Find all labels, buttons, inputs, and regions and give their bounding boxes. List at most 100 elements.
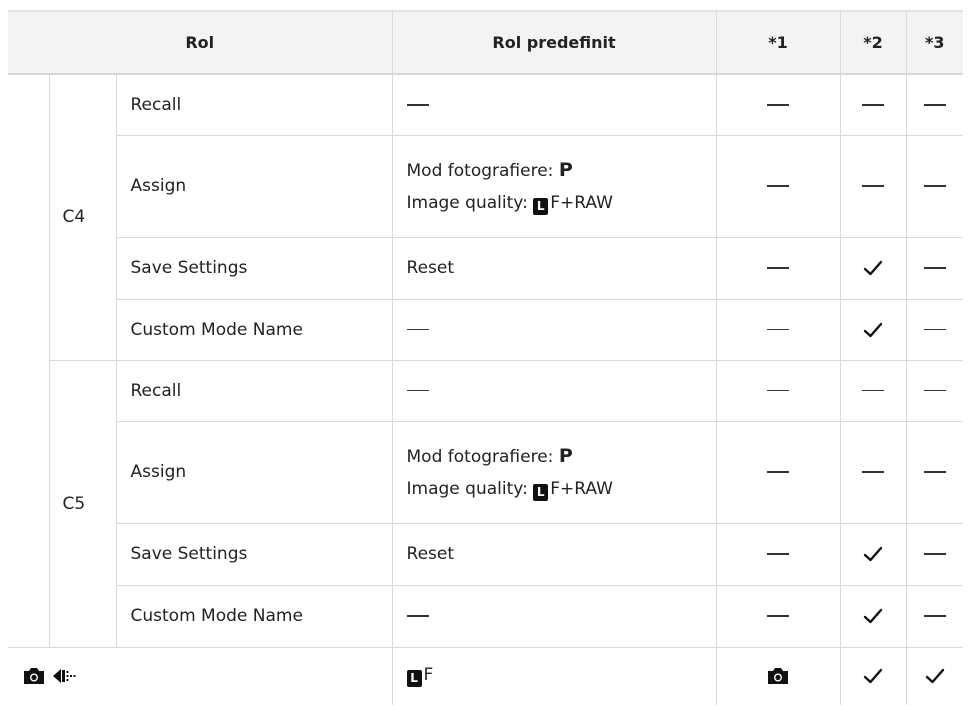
dash-mark xyxy=(862,471,885,473)
dash-mark xyxy=(406,615,429,617)
dash-mark xyxy=(767,553,790,555)
dash-mark xyxy=(406,104,429,106)
dash-mark xyxy=(767,185,790,187)
col3-value xyxy=(905,421,964,524)
col3-value xyxy=(905,647,964,705)
default-value xyxy=(391,299,717,361)
col3-value xyxy=(905,74,964,136)
default-value: Mod fotografiere: P Image quality: L F+RA… xyxy=(391,421,717,524)
col3-value xyxy=(905,585,964,648)
col1-value xyxy=(715,647,841,705)
dash-mark xyxy=(923,615,946,617)
table-row: Assign Mod fotografiere: P Image quality… xyxy=(8,135,964,238)
col2-value xyxy=(839,237,907,300)
image-quality-label: Image quality: xyxy=(406,192,534,213)
dash-mark xyxy=(923,328,946,331)
role-name: Assign xyxy=(115,135,393,238)
drive-mode-icon xyxy=(53,669,76,683)
table-row: Save Settings Reset xyxy=(8,523,964,586)
camera-icon xyxy=(768,668,789,684)
col1-value xyxy=(715,360,841,422)
dash-mark xyxy=(767,267,790,269)
col3-value xyxy=(905,237,964,300)
check-icon xyxy=(863,260,883,276)
dash-mark xyxy=(406,389,429,392)
shooting-mode-value: P xyxy=(558,444,573,467)
check-icon xyxy=(863,322,883,337)
shooting-mode-value: P xyxy=(558,158,573,181)
image-quality-value: F+RAW xyxy=(550,192,613,213)
group-label-c4: C4 xyxy=(48,74,116,361)
table-row: C5 Recall xyxy=(8,360,964,648)
role-name: Assign xyxy=(115,421,393,524)
header-col1: *1 xyxy=(715,10,841,75)
col1-value xyxy=(715,523,841,586)
large-size-icon: L xyxy=(406,670,422,687)
check-icon xyxy=(925,668,944,684)
role-name: Recall xyxy=(115,360,393,422)
dash-mark xyxy=(767,389,790,392)
dash-mark xyxy=(767,328,790,331)
group-label-c5: C5 xyxy=(48,360,116,648)
col3-value xyxy=(905,360,964,422)
default-value: Mod fotografiere: P Image quality: L F+RA… xyxy=(391,135,717,238)
col1-value xyxy=(715,585,841,648)
shooting-mode-label: Mod fotografiere: xyxy=(406,160,559,181)
role-name: Save Settings xyxy=(115,237,393,300)
dash-mark xyxy=(862,185,885,187)
default-value xyxy=(391,585,717,648)
col2-value xyxy=(839,135,907,238)
large-size-icon: L xyxy=(533,483,549,501)
col2-value xyxy=(839,523,907,586)
header-col3: *3 xyxy=(905,10,964,75)
table-row: Save Settings Reset xyxy=(8,237,964,300)
role-name: Save Settings xyxy=(115,523,393,586)
table-row: LF xyxy=(8,647,964,705)
dash-mark xyxy=(406,328,429,331)
default-value: LF xyxy=(391,647,717,705)
camera-icon xyxy=(24,668,44,684)
default-value xyxy=(391,360,717,422)
col2-value xyxy=(839,585,907,648)
default-value: Reset xyxy=(391,237,717,300)
header-role: Rol xyxy=(8,10,393,75)
col3-value xyxy=(905,135,964,238)
role-name: Custom Mode Name xyxy=(115,299,393,361)
col3-value xyxy=(905,299,964,361)
col2-value xyxy=(839,360,907,422)
col2-value xyxy=(839,299,907,361)
role-icons-cell xyxy=(8,647,392,705)
table-header-row: Rol Rol predefinit *1 *2 *3 xyxy=(8,10,964,75)
dash-mark xyxy=(767,104,790,106)
dash-mark xyxy=(923,267,946,269)
col1-value xyxy=(715,421,841,524)
image-quality-value: F+RAW xyxy=(550,478,613,499)
settings-table: Rol Rol predefinit *1 *2 *3 C4 Recall As… xyxy=(8,10,964,705)
check-icon xyxy=(863,546,883,562)
table-row: Assign Mod fotografiere: P Image quality… xyxy=(8,421,964,524)
dash-mark xyxy=(923,553,946,555)
default-value: Reset xyxy=(391,523,717,586)
col3-value xyxy=(905,523,964,586)
dash-mark xyxy=(923,389,946,392)
col1-value xyxy=(715,237,841,300)
col2-value xyxy=(839,647,907,705)
large-size-icon: L xyxy=(533,197,549,215)
col2-value xyxy=(839,421,907,524)
role-name: Recall xyxy=(115,74,393,136)
quality-value: F xyxy=(423,665,434,685)
shooting-mode-label: Mod fotografiere: xyxy=(406,446,559,467)
dash-mark xyxy=(923,185,946,187)
col2-value xyxy=(839,74,907,136)
default-value xyxy=(391,74,717,136)
dash-mark xyxy=(923,104,946,106)
table-row: Custom Mode Name xyxy=(8,585,964,648)
dash-mark xyxy=(767,615,790,617)
header-col2: *2 xyxy=(839,10,907,75)
image-quality-label: Image quality: xyxy=(406,478,534,499)
col1-value xyxy=(715,74,841,136)
table-row: C4 Recall xyxy=(8,74,964,648)
dash-mark xyxy=(862,389,885,392)
dash-mark xyxy=(767,471,790,473)
table-row: Custom Mode Name xyxy=(8,299,964,361)
